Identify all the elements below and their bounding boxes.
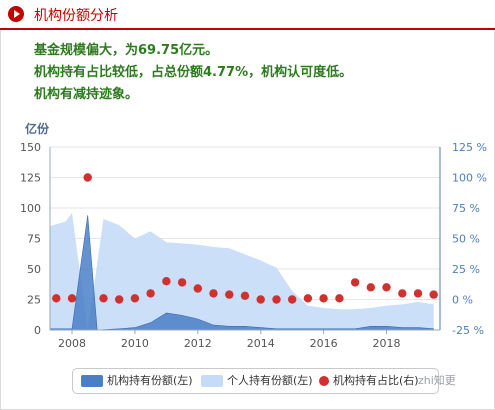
x-tick-label: 2014 [247,337,275,350]
right-tick-label: 0 % [452,294,473,307]
ratio-point [319,294,328,303]
legend-swatch-institution [81,375,103,387]
x-tick-label: 2010 [121,337,149,350]
legend-label-institution: 机构持有份额(左) [107,374,193,387]
x-tick-label: 2012 [184,337,212,350]
left-tick-label: 75 [27,233,41,246]
left-tick-label: 125 [20,172,41,185]
right-tick-label: 25 % [452,263,480,276]
ratio-point [335,294,344,303]
ratio-point [225,290,234,299]
ratio-point [52,294,61,303]
left-tick-label: 100 [20,202,41,215]
ratio-point [162,277,171,286]
right-tick-label: 100 % [452,172,487,185]
legend-label-individual: 个人持有份额(左) [227,374,313,387]
ratio-point [130,294,140,303]
ratio-point [303,294,313,303]
x-tick-label: 2016 [310,337,338,350]
ratio-point [146,289,155,298]
ratio-point [83,173,92,182]
ratio-point [398,289,407,298]
area-series [49,212,435,331]
legend-item-institution[interactable]: 机构持有份额(左) [81,373,193,389]
legend-item-individual[interactable]: 个人持有份额(左) [201,373,313,389]
ratio-point [272,295,281,304]
individual-share-area [50,212,434,330]
ratio-point [288,295,297,304]
left-tick-label: 0 [34,324,41,337]
ratio-point [350,278,360,287]
ratio-point [115,295,124,304]
ratio-point [209,289,218,298]
ratio-point [193,284,202,293]
ratio-point [99,294,108,303]
legend-swatch-individual [201,375,223,387]
legend-swatch-ratio [319,376,329,386]
ratio-point [382,283,391,292]
right-tick-label: 75 % [452,202,480,215]
right-tick-label: 50 % [452,233,480,246]
left-tick-label: 25 [27,294,41,307]
left-axis-unit: 亿份 [25,121,50,136]
x-tick-label: 2008 [58,337,86,350]
right-tick-label: -25 % [452,324,484,337]
ratio-point [413,289,423,298]
ratio-point [429,290,438,299]
ratio-point [256,295,265,304]
chart-legend: 机构持有份额(左) 个人持有份额(左) 机构持有占比(右) [72,368,439,394]
x-tick-label: 2018 [373,337,401,350]
ratio-point [366,283,375,292]
left-tick-label: 50 [27,263,41,276]
right-tick-label: 125 % [452,141,487,154]
left-tick-label: 150 [20,141,41,154]
share-chart: 0 25 50 75 100 125 150 -25 % 0 % 25 % 50 % 75 % 100 … [20,121,487,350]
ratio-point [67,294,77,303]
ratio-point [240,291,250,300]
legend-label-ratio: 机构持有占比(右) [333,374,419,387]
watermark: zhi知更 [418,374,456,387]
legend-item-ratio[interactable]: 机构持有占比(右) [319,373,419,389]
ratio-point [177,278,187,287]
